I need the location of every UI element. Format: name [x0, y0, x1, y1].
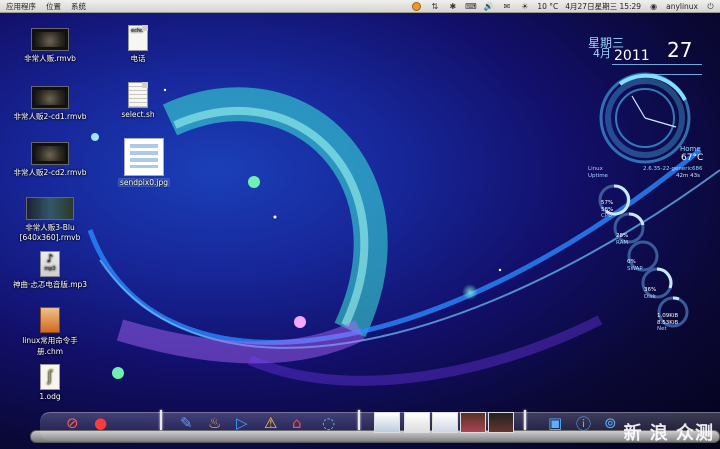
swap-label: SWAP [627, 265, 643, 272]
conky-linux-labels: Linux Uptime [588, 166, 608, 180]
watermark: 新 浪 众测 [623, 423, 714, 444]
desktop-icon-phone[interactable]: echo 电话 [118, 25, 158, 64]
user-name[interactable]: anylinux [666, 2, 698, 11]
conky-month: 4月 [593, 47, 611, 60]
weather-temperature[interactable]: 10 °C [537, 2, 558, 11]
desktop-icon-video-1[interactable]: 非常人贩.rmvb [14, 28, 86, 64]
dock-launcher-info-icon[interactable]: ⓘ [576, 413, 591, 433]
messaging-face-icon[interactable] [411, 1, 422, 12]
conky-divider [650, 74, 702, 75]
ram-value: 28% [616, 233, 629, 239]
conky-home-label: Home [680, 145, 701, 153]
cpu-core-1: 57% [601, 200, 614, 206]
dock-launcher-redball-icon[interactable]: ● [94, 413, 107, 433]
menu-applications[interactable]: 应用程序 [6, 1, 36, 12]
desktop-icon-label: 非常人贩.rmvb [24, 54, 76, 63]
dock-window-chrome[interactable] [374, 412, 400, 433]
dock-launcher-play-icon[interactable]: ▷ [236, 413, 248, 433]
image-file-icon [124, 138, 164, 176]
keyboard-icon[interactable]: ⌨ [465, 1, 477, 12]
audio-file-icon: mp3 [40, 251, 60, 277]
dock-trash-icon[interactable]: ▣ [548, 413, 562, 433]
desktop-icon-video-2[interactable]: 非常人贩2-cd1.rmvb [6, 86, 94, 122]
conky-divider [612, 64, 702, 65]
video-file-icon [31, 86, 69, 109]
dock-launcher-bulb-icon[interactable]: ♨ [208, 413, 221, 433]
text-file-icon: echo [128, 25, 148, 51]
chm-file-icon [40, 307, 60, 333]
conky-temperature: 67°C [681, 153, 704, 163]
bluetooth-icon[interactable]: ✱ [447, 1, 458, 12]
desktop-icon-label: sendpix0.jpg [117, 178, 171, 187]
desktop-icon-label: select.sh [121, 110, 155, 119]
desktop-icon-odg[interactable]: ʃ 1.odg [26, 364, 74, 401]
conky-uptime-label: Uptime [588, 173, 608, 179]
video-file-icon [31, 28, 69, 51]
dock-window-media[interactable] [460, 412, 486, 433]
menu-system[interactable]: 系统 [71, 1, 86, 12]
dock-window-browser[interactable] [404, 412, 430, 433]
conky-year: 2011 [614, 48, 650, 64]
conky-kernel: 2.6.35-22-generic686 [643, 166, 703, 172]
video-file-icon [26, 197, 74, 220]
system-tray: ⇅ ✱ ⌨ 🔊 ✉ ☀ 10 °C 4月27日星期三 15:29 ◉ anyli… [411, 0, 716, 13]
dock-window-document[interactable] [432, 412, 458, 433]
conky-ram: 28% RAM [616, 233, 628, 246]
desktop-icon-mp3[interactable]: mp3 神曲·忐忑电音版.mp3 [12, 251, 88, 290]
dock-launcher-logout-icon[interactable]: ⊘ [66, 413, 79, 433]
desktop-icon-label: 电话 [130, 54, 146, 63]
volume-icon[interactable]: 🔊 [483, 1, 494, 12]
user-icon[interactable]: ◉ [648, 1, 659, 12]
ram-label: RAM [616, 239, 629, 246]
desktop-icon-label: 1.odg [39, 392, 61, 401]
conky-swap: 0% SWAP [627, 259, 643, 272]
dock-launcher-toolbox-icon[interactable]: ⌂ [292, 413, 302, 433]
conky-cpu: 57% 58% CPU [601, 200, 613, 220]
disk-label: Disk [644, 293, 656, 300]
dock-window-terminal[interactable] [488, 412, 514, 433]
dock-launcher-globe-icon[interactable]: ◌ [322, 413, 335, 433]
dock-launcher-rss-icon[interactable]: ⊚ [604, 413, 617, 433]
conky-day: 27 [667, 38, 693, 62]
conky-uptime: 42m 43s [676, 173, 700, 179]
dock-separator [160, 410, 162, 430]
desktop-icon-select-sh[interactable]: select.sh [112, 82, 164, 119]
desktop-icon-label: 神曲·忐忑电音版.mp3 [12, 280, 88, 289]
net-up: 1.09KiB [657, 313, 679, 319]
script-file-icon [128, 82, 148, 108]
panel-menus: 应用程序 位置 系统 [0, 1, 86, 12]
panel-clock[interactable]: 4月27日星期三 15:29 [565, 1, 641, 12]
menu-places[interactable]: 位置 [46, 1, 61, 12]
conky-linux-label: Linux [588, 166, 603, 172]
conky-net: 1.09KiB 8.53KiB Net [657, 313, 678, 333]
desktop-icon-label: linux常用命令手册.chm [22, 336, 78, 356]
top-panel: 应用程序 位置 系统 ⇅ ✱ ⌨ 🔊 ✉ ☀ 10 °C 4月27日星期三 15… [0, 0, 720, 13]
power-icon[interactable]: ⏻ [705, 1, 716, 12]
desktop-icon-video-3[interactable]: 非常人贩2-cd2.rmvb [6, 142, 94, 178]
dock-launcher-warning-icon[interactable]: ⚠ [264, 413, 277, 433]
dock-separator [358, 410, 360, 430]
conky-clock-ring [599, 72, 691, 164]
desktop-icon-chm[interactable]: linux常用命令手册.chm [12, 307, 88, 357]
desktop-icon-video-4[interactable]: 非常人贩3-Blu [640x360].rmvb [14, 197, 86, 242]
dock-separator [524, 410, 526, 430]
desktop-icon-label: 非常人贩2-cd1.rmvb [13, 112, 87, 121]
disk-value: 36% [644, 287, 657, 293]
desktop-icon-label: 非常人贩3-Blu [640x360].rmvb [19, 223, 81, 242]
desktop-wallpaper [87, 72, 720, 386]
video-file-icon [31, 142, 69, 165]
cpu-label: CPU [601, 213, 613, 219]
dock-launcher-feather-icon[interactable]: ✎ [180, 413, 193, 433]
desktop-icon-sendpix[interactable]: sendpix0.jpg [112, 138, 176, 187]
desktop-icon-label: 非常人贩2-cd2.rmvb [13, 168, 87, 177]
conky-disk: 36% Disk [644, 287, 656, 300]
weather-icon[interactable]: ☀ [519, 1, 530, 12]
net-label: Net [657, 326, 667, 332]
mail-icon[interactable]: ✉ [501, 1, 512, 12]
drawing-file-icon: ʃ [40, 364, 60, 390]
network-arrows-icon[interactable]: ⇅ [429, 1, 440, 12]
